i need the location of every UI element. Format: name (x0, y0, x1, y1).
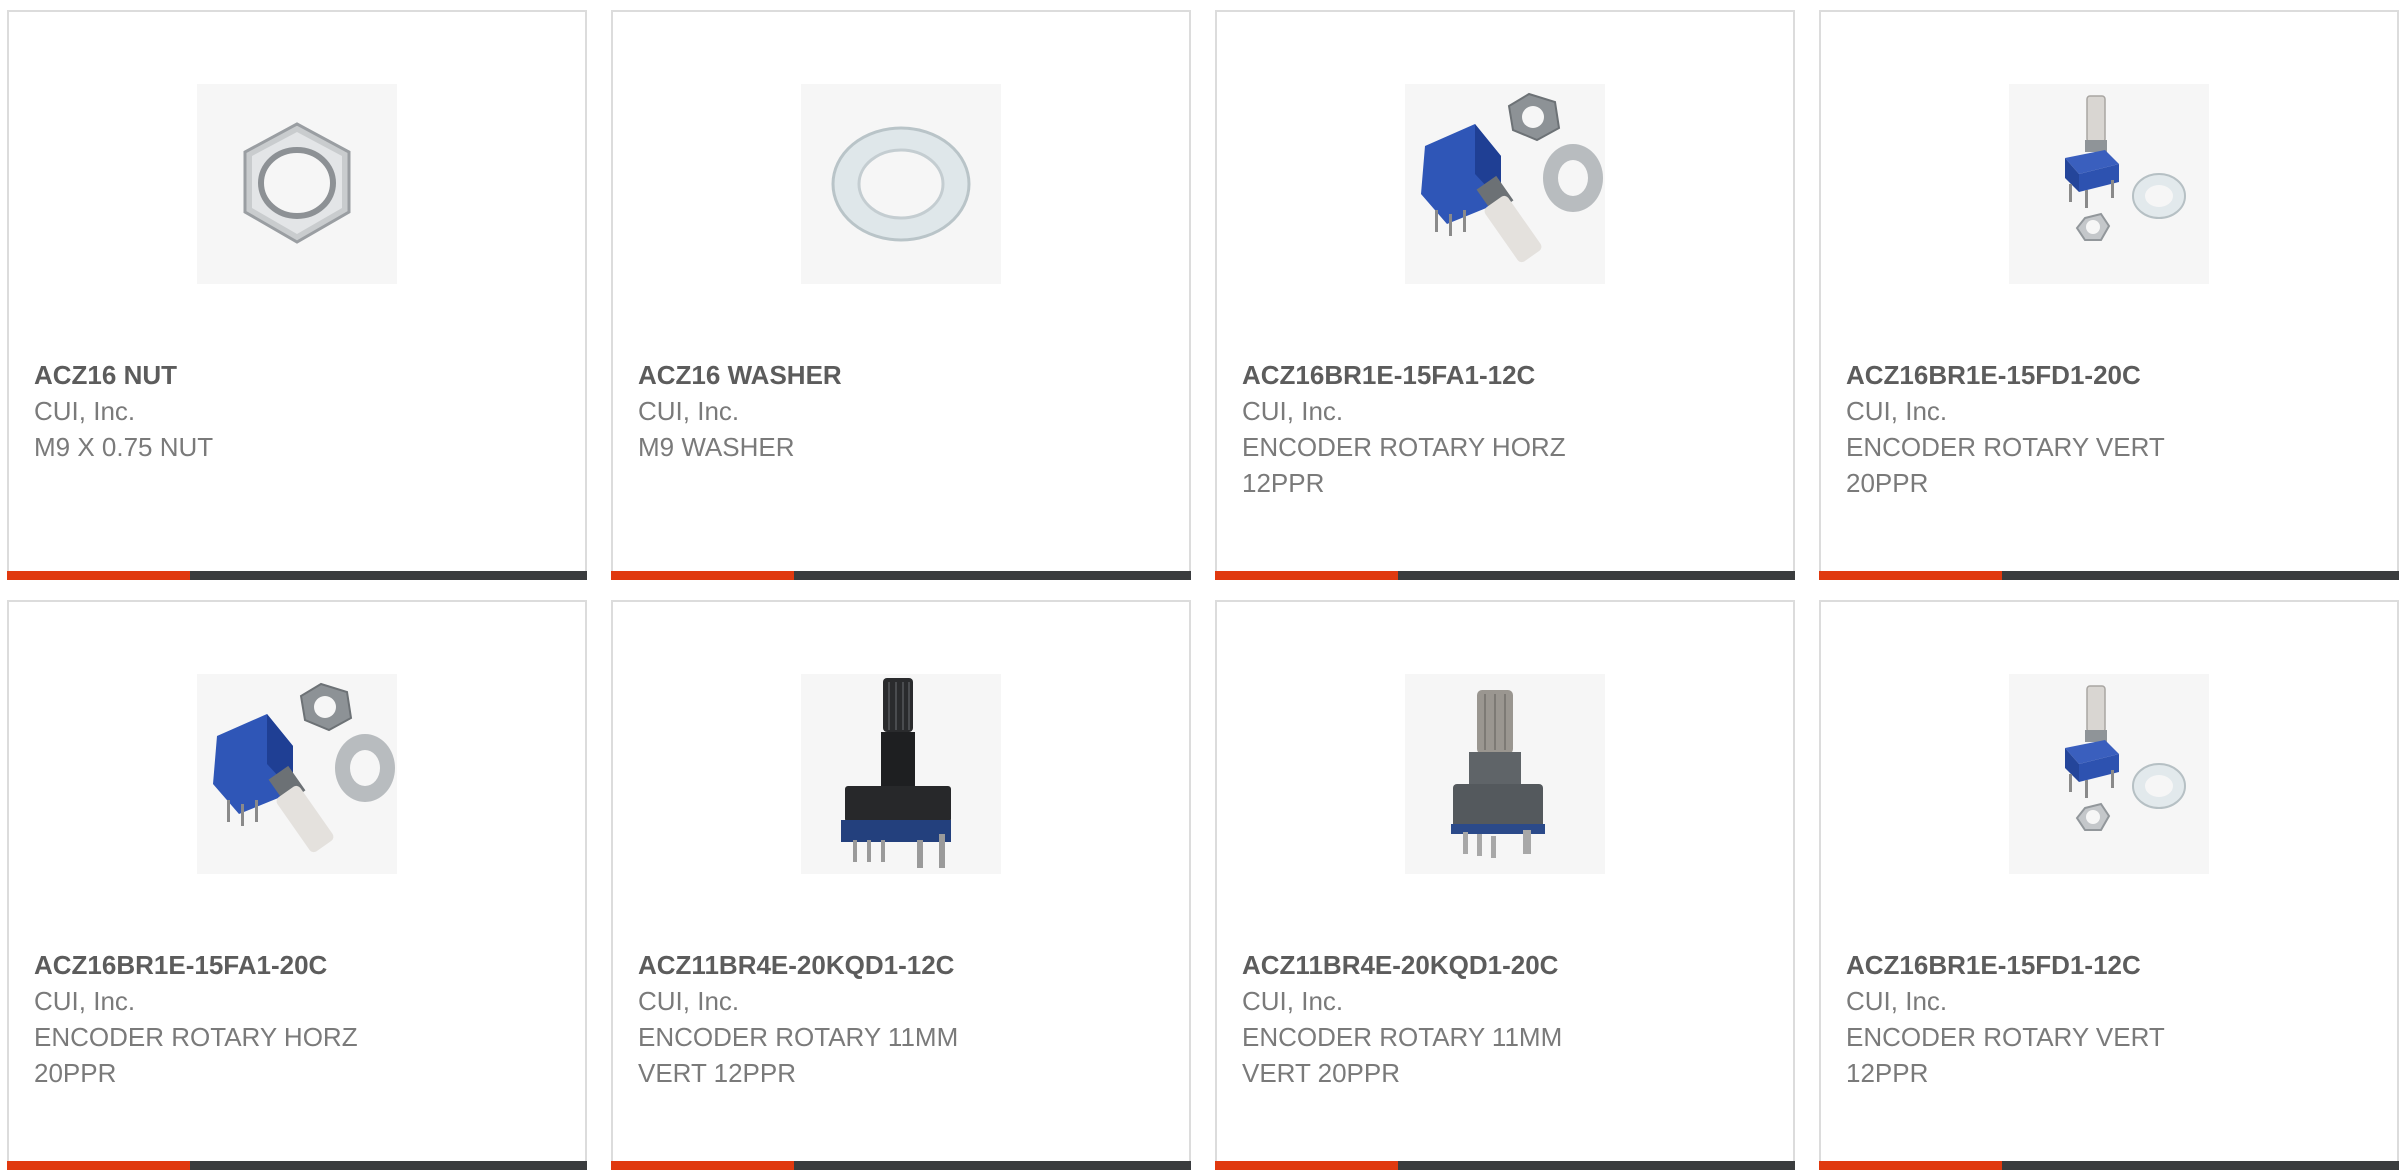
washer-icon[interactable] (801, 84, 1001, 284)
card-footer-bar (1819, 571, 2399, 580)
part-number[interactable]: ACZ16BR1E-15FD1-12C (1846, 947, 2366, 983)
vertical-encoder-icon[interactable] (2009, 84, 2209, 284)
card-accent-bar (1215, 571, 1398, 580)
description: ENCODER ROTARY HORZ 20PPR (34, 1022, 358, 1088)
manufacturer: CUI, Inc. (34, 986, 136, 1016)
hex-nut-icon[interactable] (197, 84, 397, 284)
card-footer-bar (611, 571, 1191, 580)
manufacturer: CUI, Inc. (1846, 396, 1948, 426)
part-number[interactable]: ACZ16 WASHER (638, 357, 1158, 393)
product-card[interactable]: ACZ16 NUT CUI, Inc. M9 X 0.75 NUT (7, 10, 587, 580)
card-footer-bar (7, 571, 587, 580)
card-accent-bar (7, 571, 190, 580)
part-number[interactable]: ACZ16 NUT (34, 357, 554, 393)
manufacturer: CUI, Inc. (638, 986, 740, 1016)
horizontal-encoder-icon[interactable] (1405, 84, 1605, 284)
part-number[interactable]: ACZ11BR4E-20KQD1-12C (638, 947, 1158, 983)
product-card[interactable]: ACZ16 WASHER CUI, Inc. M9 WASHER (611, 10, 1191, 580)
manufacturer: CUI, Inc. (1846, 986, 1948, 1016)
card-accent-bar (7, 1161, 190, 1170)
description: ENCODER ROTARY 11MM VERT 20PPR (1242, 1022, 1563, 1088)
part-number[interactable]: ACZ16BR1E-15FA1-12C (1242, 357, 1762, 393)
metal-shaft-encoder-icon[interactable] (1405, 674, 1605, 874)
part-number[interactable]: ACZ16BR1E-15FD1-20C (1846, 357, 2366, 393)
description: ENCODER ROTARY 11MM VERT 12PPR (638, 1022, 959, 1088)
product-card[interactable]: ACZ16BR1E-15FD1-12C CUI, Inc. ENCODER RO… (1819, 600, 2399, 1170)
manufacturer: CUI, Inc. (34, 396, 136, 426)
description: ENCODER ROTARY VERT 20PPR (1846, 432, 2165, 498)
description: ENCODER ROTARY HORZ 12PPR (1242, 432, 1566, 498)
horizontal-encoder-icon[interactable] (197, 674, 397, 874)
black-knurled-encoder-icon[interactable] (801, 674, 1001, 874)
vertical-encoder-icon[interactable] (2009, 674, 2209, 874)
card-accent-bar (1819, 571, 2002, 580)
product-grid: ACZ16 NUT CUI, Inc. M9 X 0.75 NUT ACZ16 … (7, 10, 2400, 1170)
part-number[interactable]: ACZ16BR1E-15FA1-20C (34, 947, 554, 983)
description: M9 X 0.75 NUT (34, 432, 214, 462)
manufacturer: CUI, Inc. (1242, 396, 1344, 426)
product-card[interactable]: ACZ16BR1E-15FA1-12C CUI, Inc. ENCODER RO… (1215, 10, 1795, 580)
manufacturer: CUI, Inc. (638, 396, 740, 426)
card-footer-bar (611, 1161, 1191, 1170)
product-card[interactable]: ACZ16BR1E-15FD1-20C CUI, Inc. ENCODER RO… (1819, 10, 2399, 580)
part-number[interactable]: ACZ11BR4E-20KQD1-20C (1242, 947, 1762, 983)
card-footer-bar (1215, 1161, 1795, 1170)
card-accent-bar (611, 571, 794, 580)
card-footer-bar (1215, 571, 1795, 580)
description: ENCODER ROTARY VERT 12PPR (1846, 1022, 2165, 1088)
card-footer-bar (1819, 1161, 2399, 1170)
description: M9 WASHER (638, 432, 795, 462)
card-accent-bar (1819, 1161, 2002, 1170)
card-accent-bar (1215, 1161, 1398, 1170)
product-card[interactable]: ACZ11BR4E-20KQD1-20C CUI, Inc. ENCODER R… (1215, 600, 1795, 1170)
card-accent-bar (611, 1161, 794, 1170)
product-card[interactable]: ACZ11BR4E-20KQD1-12C CUI, Inc. ENCODER R… (611, 600, 1191, 1170)
manufacturer: CUI, Inc. (1242, 986, 1344, 1016)
product-card[interactable]: ACZ16BR1E-15FA1-20C CUI, Inc. ENCODER RO… (7, 600, 587, 1170)
card-footer-bar (7, 1161, 587, 1170)
